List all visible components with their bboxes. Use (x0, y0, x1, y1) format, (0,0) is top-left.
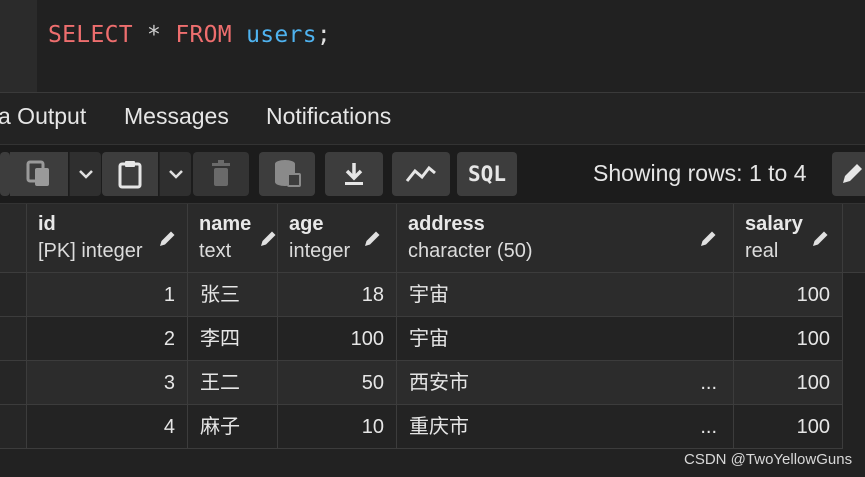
download-button[interactable] (325, 152, 383, 196)
address-text: 宇宙 (409, 284, 449, 306)
edit-column-icon[interactable] (259, 228, 279, 248)
cell-id[interactable]: 2 (27, 317, 188, 361)
row-header[interactable] (0, 317, 27, 361)
copy-dropdown-button[interactable] (69, 152, 101, 196)
row-header[interactable] (0, 273, 27, 317)
column-header-name[interactable]: name text (188, 204, 278, 273)
address-text: 宇宙 (409, 328, 449, 350)
edit-column-icon[interactable] (811, 228, 831, 248)
cell-age[interactable]: 100 (278, 317, 397, 361)
cell-age[interactable]: 10 (278, 405, 397, 449)
copy-button[interactable] (10, 152, 68, 196)
edit-column-icon[interactable] (158, 228, 178, 248)
cell-salary[interactable]: 100 (734, 273, 843, 317)
from-keyword: FROM (175, 22, 232, 48)
delete-button[interactable] (193, 152, 249, 196)
cell-address[interactable]: 重庆市... (397, 405, 734, 449)
cell-id[interactable]: 4 (27, 405, 188, 449)
cell-address[interactable]: 宇宙 (397, 317, 734, 361)
column-type: [PK] integer (38, 240, 143, 262)
column-type: real (745, 240, 779, 262)
clipboard-icon (118, 161, 142, 189)
tab-data-output[interactable]: a Output (0, 103, 86, 130)
edit-column-icon[interactable] (363, 228, 383, 248)
semicolon: ; (316, 22, 332, 48)
cell-salary[interactable]: 100 (734, 361, 843, 405)
graph-visualiser-button[interactable] (392, 152, 450, 196)
trash-icon (212, 160, 230, 186)
result-tabs: a Output Messages Notifications (0, 92, 865, 144)
watermark: CSDN @TwoYellowGuns (684, 451, 853, 468)
address-text: 西安市 (409, 372, 469, 394)
row-header-corner (0, 204, 27, 273)
tab-notifications[interactable]: Notifications (266, 103, 391, 130)
cell-salary[interactable]: 100 (734, 405, 843, 449)
more-indicator[interactable]: ... (700, 405, 717, 449)
table-name: users (246, 22, 317, 48)
cell-id[interactable]: 3 (27, 361, 188, 405)
download-icon (345, 163, 363, 185)
cell-name[interactable]: 麻子 (188, 405, 278, 449)
cell-name[interactable]: 张三 (188, 273, 278, 317)
cell-address[interactable]: 宇宙 (397, 273, 734, 317)
edit-column-icon[interactable] (699, 228, 719, 248)
save-data-button[interactable] (259, 152, 315, 196)
cell-salary[interactable]: 100 (734, 317, 843, 361)
paste-button[interactable] (102, 152, 158, 196)
data-grid: id [PK] integer name text age integer ad… (0, 204, 865, 477)
copy-icon (26, 160, 49, 186)
sql-editor[interactable]: SELECT * FROM users; (0, 0, 865, 92)
column-header-salary[interactable]: salary real (734, 204, 843, 273)
row-header[interactable] (0, 361, 27, 405)
column-type: integer (289, 240, 351, 262)
cell-name[interactable]: 王二 (188, 361, 278, 405)
partial-button[interactable] (0, 152, 10, 196)
more-indicator[interactable]: ... (700, 361, 717, 405)
cell-address[interactable]: 西安市... (397, 361, 734, 405)
cell-age[interactable]: 50 (278, 361, 397, 405)
chevron-down-icon (78, 170, 93, 179)
row-header[interactable] (0, 405, 27, 449)
column-name: id (38, 213, 56, 235)
column-header-address[interactable]: address character (50) (397, 204, 734, 273)
paste-dropdown-button[interactable] (159, 152, 191, 196)
header-filler (843, 204, 865, 273)
pencil-icon (843, 164, 862, 183)
chevron-down-icon (168, 170, 183, 179)
database-save-icon (275, 160, 301, 187)
address-text: 重庆市 (409, 416, 469, 438)
column-name: address (408, 213, 485, 235)
cell-name[interactable]: 李四 (188, 317, 278, 361)
rows-info: Showing rows: 1 to 4 (593, 160, 807, 186)
edit-rows-button[interactable] (832, 152, 865, 196)
line-chart-icon (405, 165, 436, 182)
editor-gutter (0, 0, 37, 92)
column-type: character (50) (408, 240, 533, 262)
sql-label: SQL (468, 162, 506, 186)
column-name: age (289, 213, 324, 235)
column-type: text (199, 240, 232, 262)
column-header-age[interactable]: age integer (278, 204, 397, 273)
column-name: name (199, 213, 252, 235)
column-name: salary (745, 213, 803, 235)
column-header-id[interactable]: id [PK] integer (27, 204, 188, 273)
select-keyword: SELECT (48, 22, 133, 48)
sql-code-line[interactable]: SELECT * FROM users; (48, 22, 331, 48)
cell-id[interactable]: 1 (27, 273, 188, 317)
sql-button[interactable]: SQL (457, 152, 517, 196)
tab-messages[interactable]: Messages (124, 103, 229, 130)
cell-age[interactable]: 18 (278, 273, 397, 317)
star-operator: * (147, 22, 162, 48)
result-toolbar: SQL Showing rows: 1 to 4 (0, 144, 865, 204)
